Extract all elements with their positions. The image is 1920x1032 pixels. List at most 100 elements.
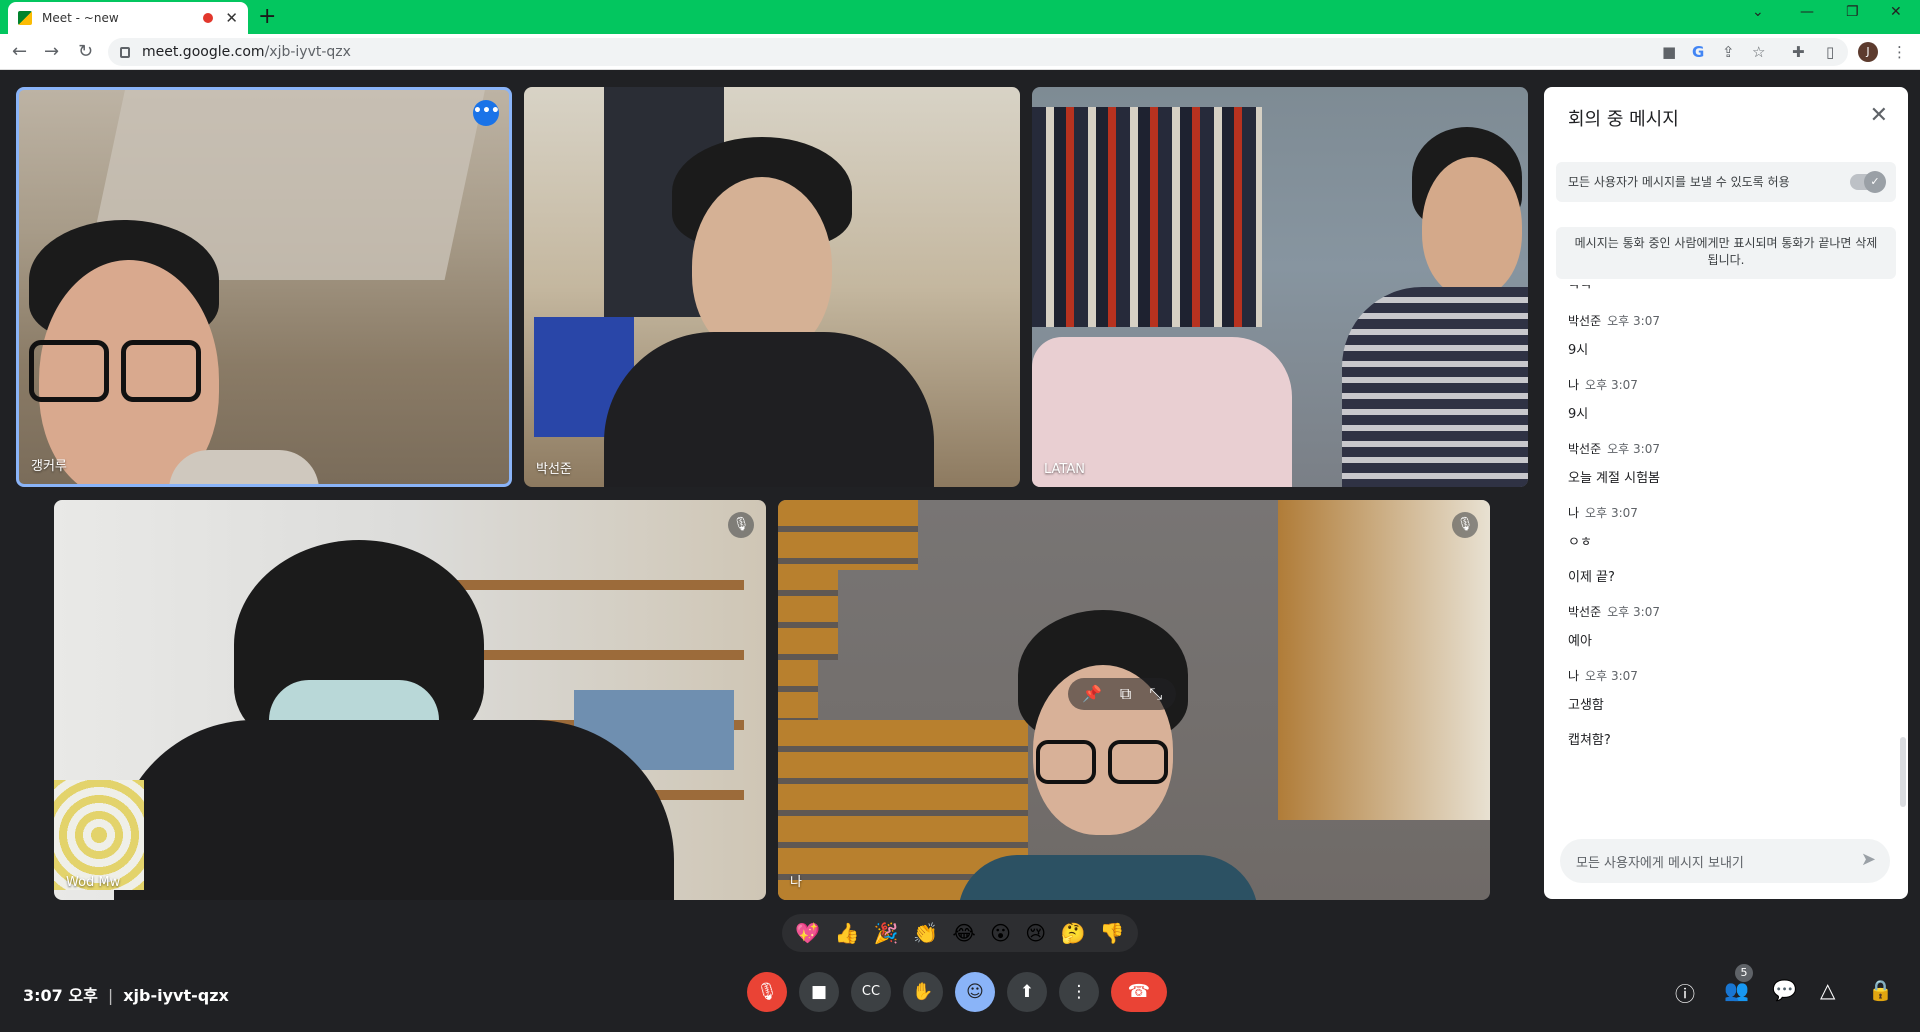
profile-avatar[interactable]: J [1858,42,1878,62]
message-text: 오늘 계절 시험봄 [1568,471,1660,486]
reaction-thumbs-down-icon[interactable]: 👎 [1100,921,1125,945]
video-tile-participant-3[interactable]: LATAN [1032,87,1528,487]
check-icon: ✓ [1864,171,1886,193]
message-time: 오후 3:07 [1607,442,1660,456]
participant-name: 박선준 [536,462,572,477]
minimize-button[interactable]: — [1800,4,1814,20]
host-controls-icon[interactable]: 🔒 [1868,978,1893,1002]
message-sender: 나 [1568,669,1580,683]
message-time: 오후 3:07 [1607,314,1660,328]
chat-input-placeholder: 모든 사용자에게 메시지 보내기 [1576,855,1744,871]
message-text: 고생함 [1568,698,1604,713]
extensions-icon[interactable]: ✚ [1792,43,1805,61]
video-tile-participant-2[interactable]: 박선준 [524,87,1020,487]
message-time: 오후 3:07 [1585,669,1638,683]
mic-toggle-button[interactable]: 🎙 [747,972,787,1012]
end-call-button[interactable]: ☎ [1111,972,1167,1012]
meet-favicon-icon [18,11,32,25]
reaction-thumbs-up-icon[interactable]: 👍 [834,921,859,945]
chat-icon[interactable]: 💬 [1772,978,1797,1002]
reaction-clap-icon[interactable]: 👏 [913,921,938,945]
lock-icon [120,46,130,58]
message-time: 오후 3:07 [1585,506,1638,520]
message-item: 박선준 오후 3:07 9시 [1544,312,1908,358]
browser-toolbar: ← → ↻ meet.google.com/xjb-iyvt-qzx ■ G ⇪… [0,34,1920,70]
meeting-info: 3:07 오후 | xjb-iyvt-qzx [23,986,229,1005]
message-item: 나 오후 3:07 9시 [1544,376,1908,422]
tab-title: Meet - ~new [42,11,119,25]
activities-icon[interactable]: △ [1820,978,1835,1002]
reaction-surprised-icon[interactable]: 😮 [990,921,1011,945]
message-item: ㅋㅋ [1544,285,1908,294]
chat-notice: 메시지는 통화 중인 사람에게만 표시되며 통화가 끝나면 삭제됩니다. [1556,227,1896,279]
close-window-button[interactable]: ✕ [1890,4,1902,20]
back-icon[interactable]: ← [12,41,27,62]
video-tile-participant-1[interactable]: ••• 갱커루 [16,87,512,487]
muted-mic-icon: 🎙 [728,512,754,538]
recording-indicator-icon [203,13,214,23]
current-time: 3:07 오후 [23,986,98,1005]
meeting-code: xjb-iyvt-qzx [123,986,229,1005]
message-sender: 박선준 [1568,314,1602,328]
google-icon[interactable]: G [1692,43,1704,61]
chat-panel: 회의 중 메시지 ✕ 모든 사용자가 메시지를 보낼 수 있도록 허용 ✓ 메시… [1544,87,1908,899]
raise-hand-button[interactable]: ✋ [903,972,943,1012]
reaction-party-icon[interactable]: 🎉 [874,921,899,945]
more-options-button[interactable]: ⋮ [1059,972,1099,1012]
message-sender: 박선준 [1568,442,1602,456]
message-item: 박선준 오후 3:07 예아 [1544,603,1908,649]
video-tile-participant-5[interactable]: 📌 ⧉ ⤡ 🎙 나 [778,500,1490,900]
send-icon[interactable]: ➤ [1861,849,1876,870]
close-tab-icon[interactable]: ✕ [225,9,238,27]
browser-menu-icon[interactable]: ⋮ [1892,43,1907,61]
reactions-button[interactable]: ☺ [955,972,995,1012]
browser-tab[interactable]: Meet - ~new ✕ [8,2,248,34]
reaction-heart-icon[interactable]: 💖 [795,921,820,945]
reaction-thinking-icon[interactable]: 🤔 [1061,921,1086,945]
participant-name: LATAN [1044,462,1085,477]
participant-name: Wod Mw [66,875,121,890]
share-icon[interactable]: ⇪ [1722,43,1735,61]
url-host: meet.google.com [142,44,265,60]
video-tile-participant-4[interactable]: 🎙 Wod Mw [54,500,766,900]
message-list-scrollbar[interactable] [1900,737,1906,807]
close-icon[interactable]: ✕ [1870,103,1888,128]
message-text: 9시 [1568,343,1589,358]
forward-icon[interactable]: → [44,41,59,62]
reaction-laugh-icon[interactable]: 😂 [952,921,975,945]
remove-tile-icon[interactable]: ⧉ [1120,684,1131,704]
participant-name: 나 [790,875,802,890]
camera-toggle-button[interactable]: ■ [799,972,839,1012]
message-item: 나 오후 3:07 고생함 캡쳐함? [1544,667,1908,748]
browser-tab-strip: Meet - ~new ✕ + ⌄ — ❐ ✕ [0,0,1920,34]
participant-count-badge: 5 [1735,964,1753,982]
message-time: 오후 3:07 [1607,605,1660,619]
more-options-icon[interactable]: ••• [473,100,500,126]
allow-messages-setting: 모든 사용자가 메시지를 보낼 수 있도록 허용 ✓ [1556,162,1896,202]
chat-message-input[interactable]: 모든 사용자에게 메시지 보내기 ➤ [1560,839,1890,883]
meeting-details-icon[interactable]: ⓘ [1675,978,1695,1007]
reaction-sad-icon[interactable]: 😢 [1025,921,1046,945]
side-panel-icon[interactable]: ▯ [1826,43,1834,61]
camera-icon[interactable]: ■ [1662,43,1676,61]
restore-button[interactable]: ❐ [1846,4,1859,20]
pin-icon[interactable]: 📌 [1082,684,1102,704]
reactions-bar: 💖 👍 🎉 👏 😂 😮 😢 🤔 👎 [782,914,1138,952]
present-screen-button[interactable]: ⬆ [1007,972,1047,1012]
captions-button[interactable]: CC [851,972,891,1012]
address-bar[interactable]: meet.google.com/xjb-iyvt-qzx [108,38,1848,66]
chat-panel-title: 회의 중 메시지 [1568,109,1679,130]
message-text: ㅇㅎ [1568,535,1592,550]
participant-name: 갱커루 [31,459,67,474]
message-item: 박선준 오후 3:07 오늘 계절 시험봄 [1544,440,1908,486]
message-text: 예아 [1568,634,1592,649]
message-list[interactable]: ㅋㅋ 박선준 오후 3:07 9시 나 오후 3:07 9시 박선준 오후 3:07 … [1544,285,1908,825]
minimize-tile-icon[interactable]: ⤡ [1149,684,1162,704]
bookmark-star-icon[interactable]: ☆ [1752,43,1765,61]
new-tab-button[interactable]: + [258,4,276,29]
tab-search-icon[interactable]: ⌄ [1752,4,1764,20]
reload-icon[interactable]: ↻ [78,41,93,62]
url-path: /xjb-iyvt-qzx [264,44,351,60]
message-sender: 박선준 [1568,605,1602,619]
allow-messages-toggle[interactable]: ✓ [1850,171,1886,193]
